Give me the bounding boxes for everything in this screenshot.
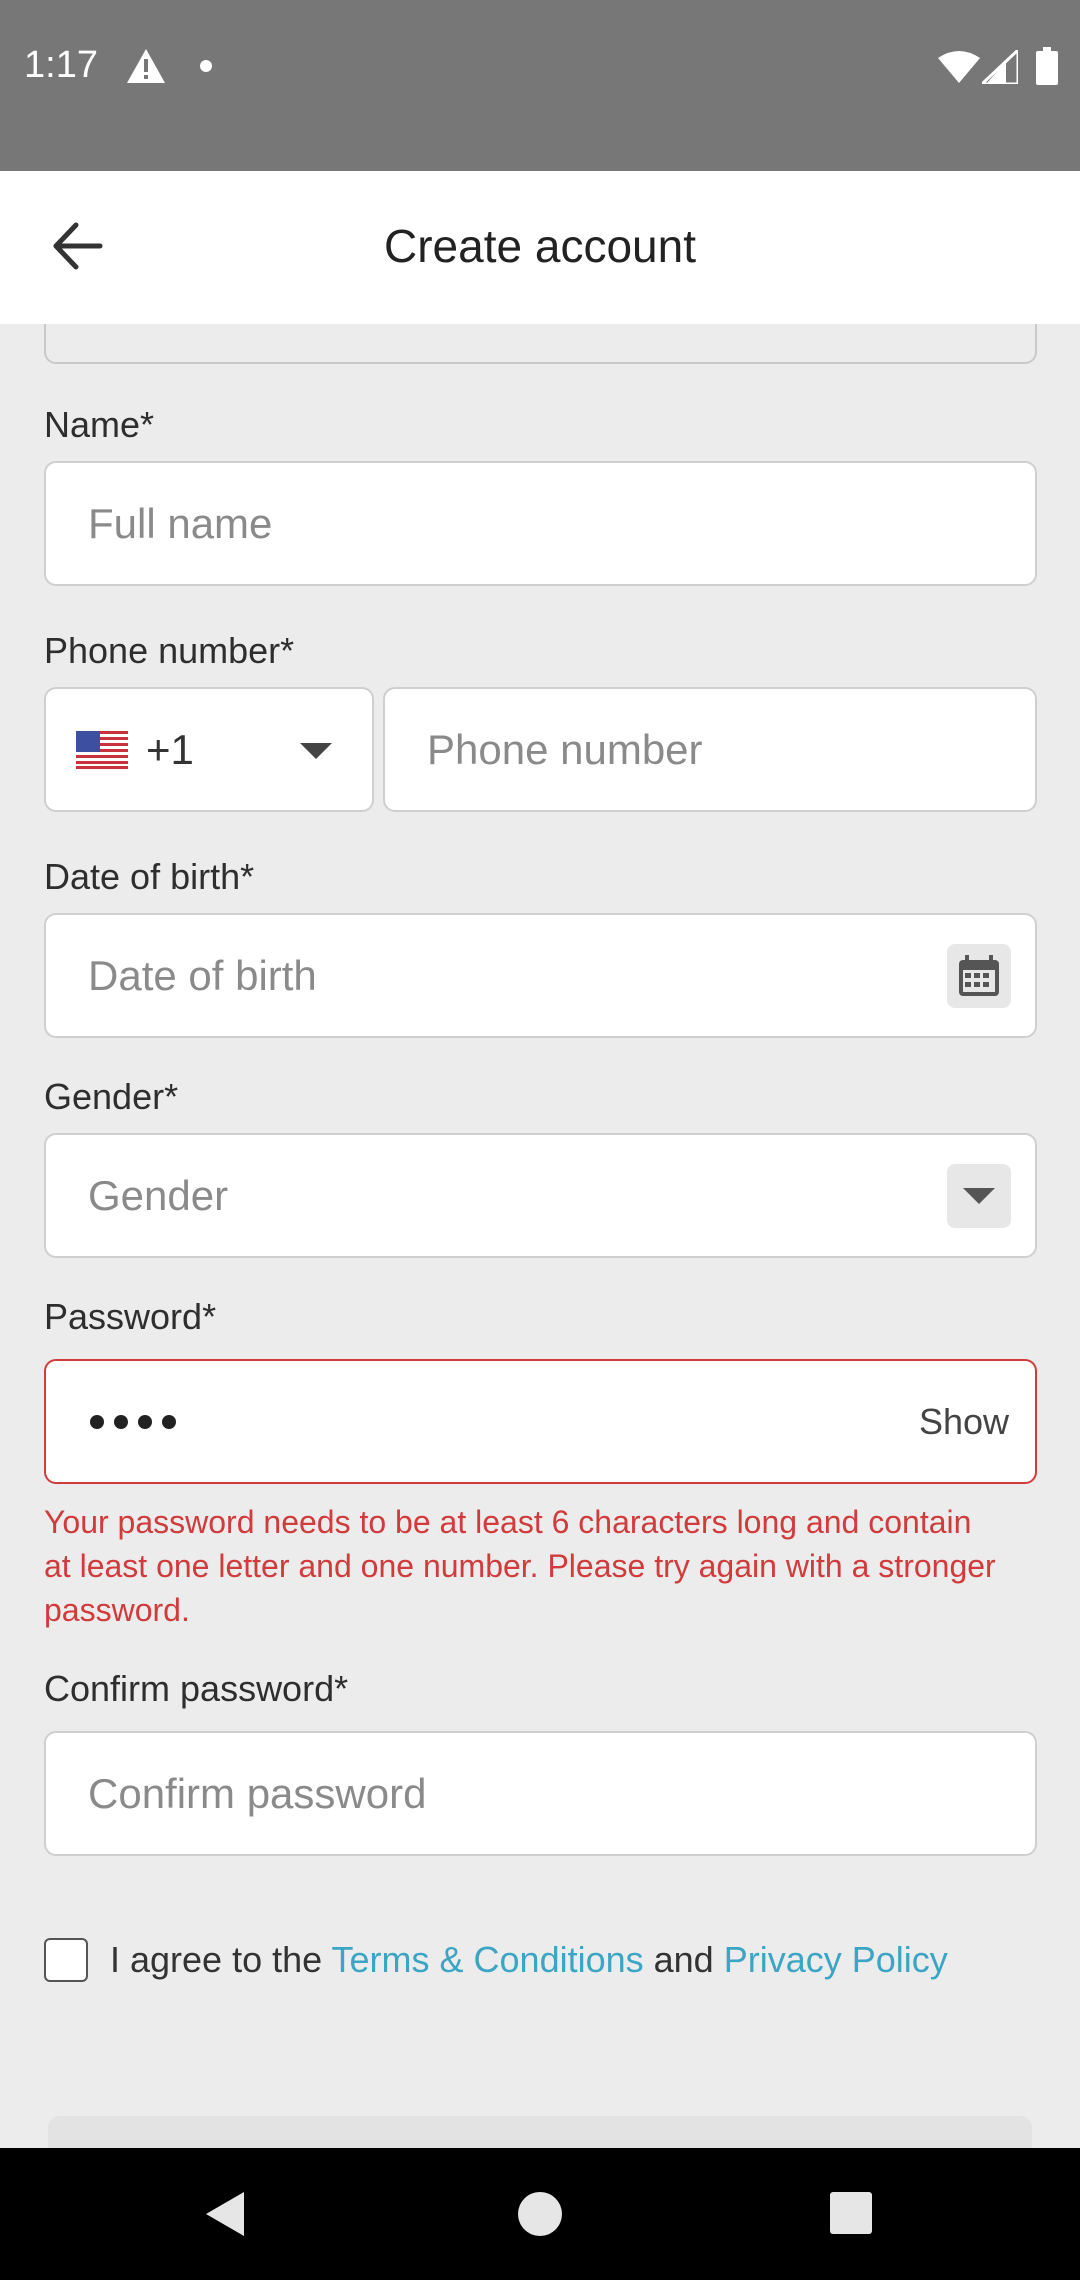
confirm-password-input[interactable]: Confirm password bbox=[44, 1731, 1037, 1856]
privacy-link[interactable]: Privacy Policy bbox=[724, 1939, 948, 1980]
battery-icon bbox=[1036, 47, 1058, 85]
confirm-password-label: Confirm password* bbox=[44, 1668, 349, 1709]
submit-button-partial[interactable] bbox=[48, 2116, 1032, 2148]
show-password-button[interactable]: Show bbox=[919, 1401, 1009, 1443]
agreement-prefix: I agree to the bbox=[110, 1939, 332, 1980]
confirm-password-placeholder: Confirm password bbox=[88, 1769, 427, 1817]
gender-dropdown-button[interactable] bbox=[947, 1163, 1011, 1228]
status-time: 1:17 bbox=[24, 44, 98, 86]
status-bar: 1:17 bbox=[0, 0, 1080, 171]
country-code: +1 bbox=[146, 725, 194, 773]
calendar-button[interactable] bbox=[947, 943, 1011, 1008]
phone-placeholder: Phone number bbox=[427, 725, 703, 773]
nav-home-icon[interactable] bbox=[518, 2192, 562, 2236]
phone-input[interactable]: Phone number bbox=[383, 687, 1037, 812]
dropdown-arrow-icon bbox=[963, 1187, 995, 1204]
password-dot bbox=[162, 1414, 176, 1429]
us-flag-icon bbox=[76, 731, 128, 769]
gender-placeholder: Gender bbox=[88, 1171, 229, 1219]
password-error-message: Your password needs to be at least 6 cha… bbox=[44, 1504, 996, 1628]
agreement-row: I agree to the Terms & Conditions and Pr… bbox=[44, 1938, 948, 1982]
agreement-text: I agree to the Terms & Conditions and Pr… bbox=[110, 1939, 948, 1981]
signal-icon bbox=[982, 50, 1018, 84]
previous-field-partial[interactable] bbox=[44, 324, 1037, 364]
name-input[interactable]: Full name bbox=[44, 461, 1037, 586]
password-label: Password* bbox=[44, 1296, 217, 1337]
dob-label: Date of birth* bbox=[44, 856, 255, 897]
gender-label: Gender* bbox=[44, 1076, 179, 1117]
dob-placeholder: Date of birth bbox=[88, 951, 317, 999]
page-title: Create account bbox=[384, 220, 696, 272]
nav-recents-icon[interactable] bbox=[830, 2192, 872, 2234]
calendar-icon bbox=[959, 954, 999, 996]
password-dot bbox=[114, 1414, 128, 1429]
chevron-down-icon bbox=[300, 743, 332, 759]
notification-dot-icon bbox=[200, 60, 212, 72]
country-code-select[interactable]: +1 bbox=[44, 687, 374, 812]
password-dot bbox=[138, 1414, 152, 1429]
phone-label: Phone number* bbox=[44, 630, 295, 671]
password-input[interactable]: Show bbox=[44, 1359, 1037, 1484]
wifi-icon bbox=[938, 51, 980, 83]
name-label: Name* bbox=[44, 404, 155, 445]
password-dot bbox=[90, 1414, 104, 1429]
dob-input[interactable]: Date of birth bbox=[44, 913, 1037, 1038]
warning-icon bbox=[127, 49, 165, 83]
terms-link[interactable]: Terms & Conditions bbox=[332, 1939, 644, 1980]
name-placeholder: Full name bbox=[88, 499, 273, 547]
agreement-middle: and bbox=[643, 1939, 724, 1980]
app-bar: Create account bbox=[0, 171, 1080, 324]
create-account-form: Name* Full name Phone number* +1 Phone n… bbox=[0, 324, 1080, 2148]
gender-select[interactable]: Gender bbox=[44, 1133, 1037, 1258]
nav-back-icon[interactable] bbox=[206, 2192, 244, 2236]
password-masked-value bbox=[90, 1414, 176, 1429]
system-nav-bar bbox=[0, 2148, 1080, 2280]
agree-checkbox[interactable] bbox=[44, 1938, 88, 1982]
